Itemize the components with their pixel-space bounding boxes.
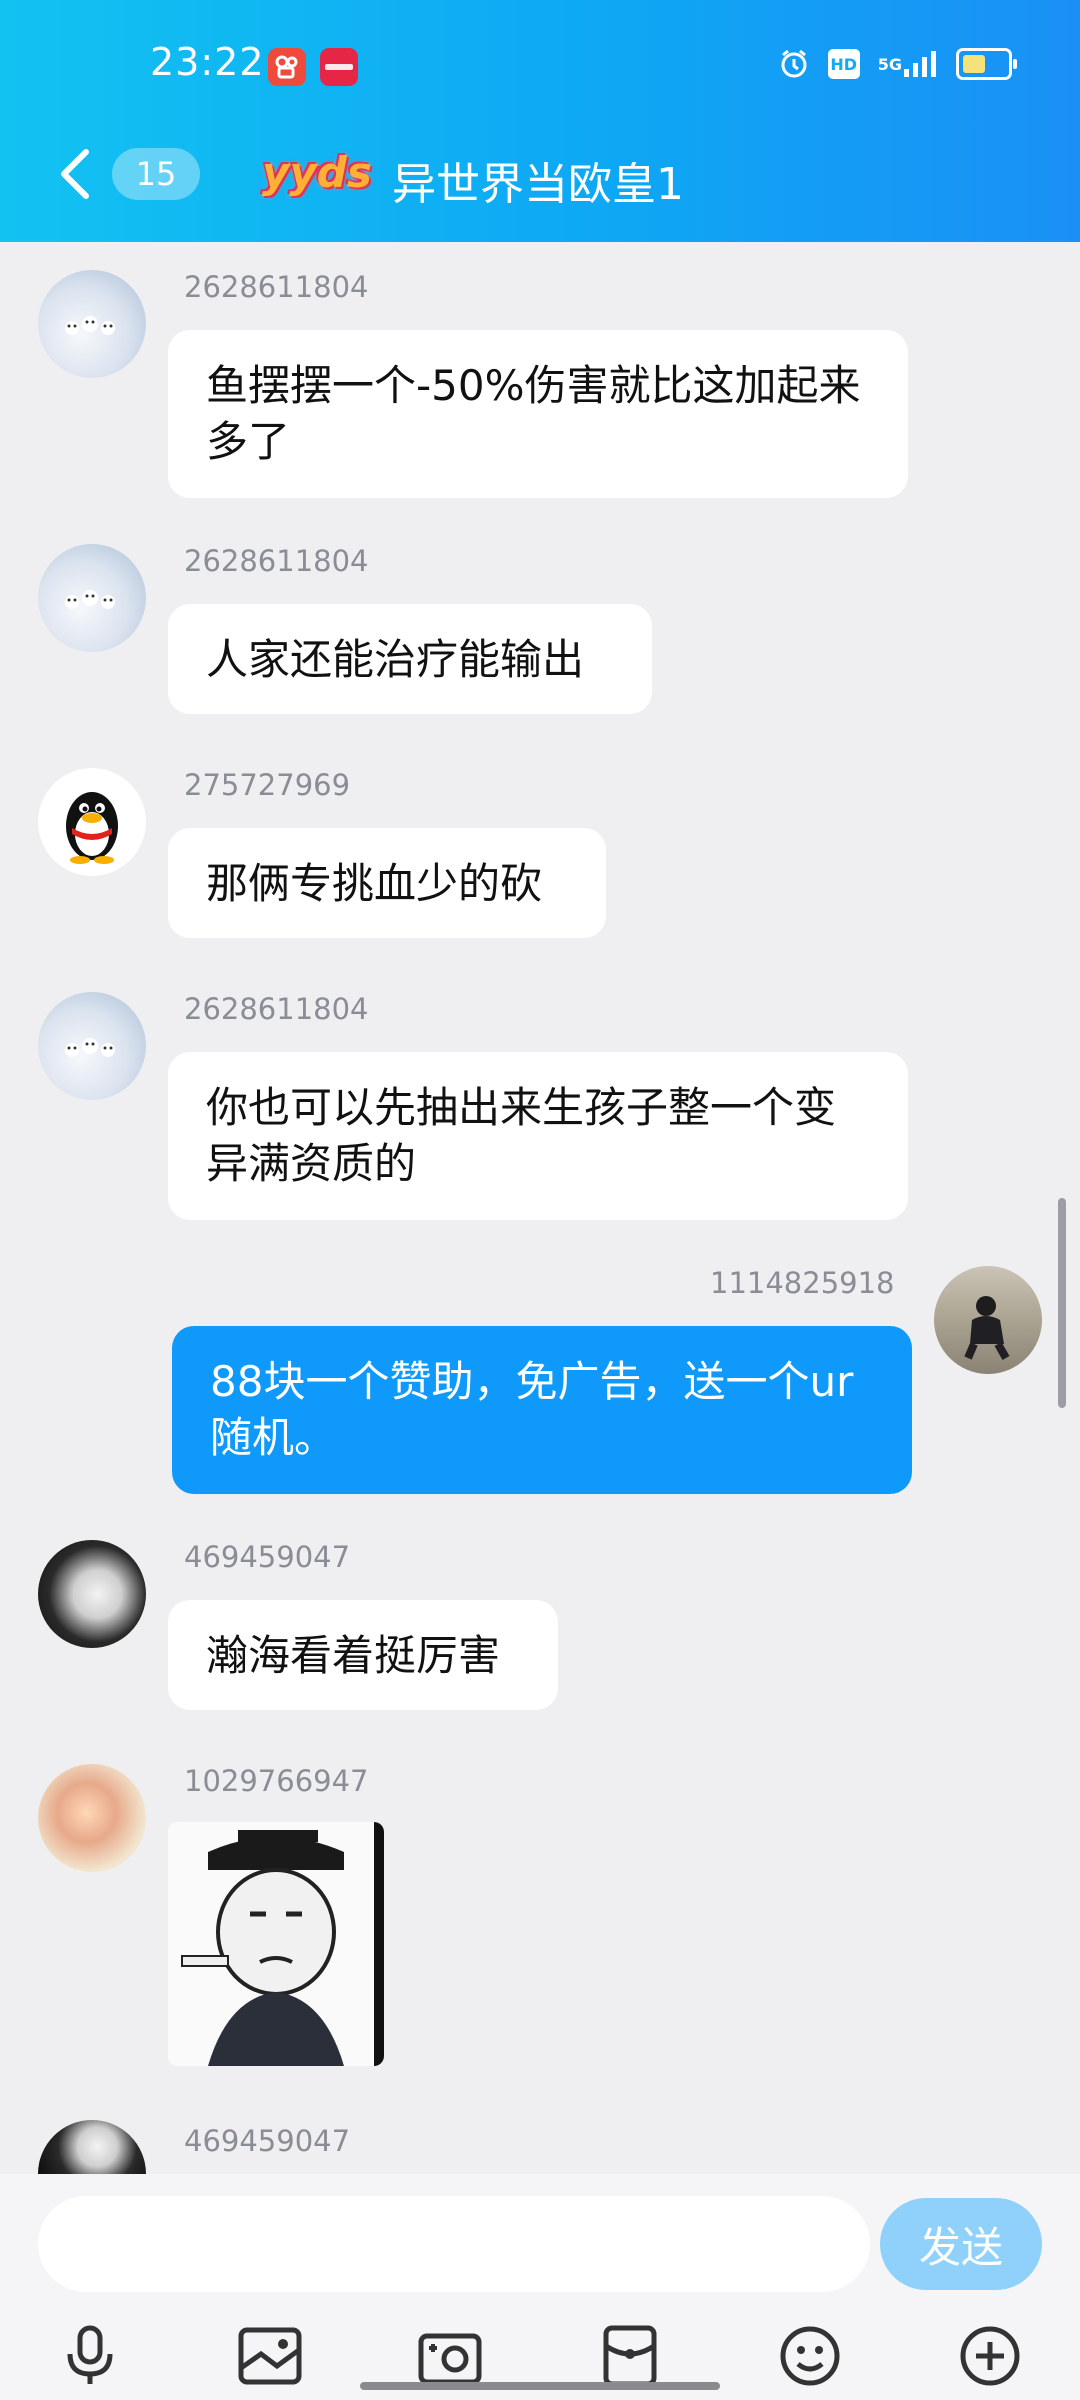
message-bubble[interactable]: 你也可以先抽出来生孩子整一个变异满资质的 xyxy=(168,1052,908,1220)
message-bubble-mine[interactable]: 88块一个赞助，免广告，送一个ur随机。 xyxy=(172,1326,912,1494)
emoji-icon[interactable] xyxy=(774,2320,846,2392)
alarm-icon xyxy=(778,48,810,80)
chat-title[interactable]: 异世界当欧皇1 xyxy=(392,148,684,212)
scrollbar[interactable] xyxy=(1058,1198,1066,1408)
sender-id: 2628611804 xyxy=(184,544,369,578)
send-button[interactable]: 发送 xyxy=(880,2198,1042,2290)
status-time: 23:22 xyxy=(150,40,265,84)
status-indicators: HD 5G xyxy=(778,48,1017,80)
avatar[interactable] xyxy=(38,544,146,652)
message-bubble[interactable]: 人家还能治疗能输出 xyxy=(168,604,652,714)
meme-sticker[interactable] xyxy=(168,1822,384,2066)
image-icon[interactable] xyxy=(234,2320,306,2392)
sender-id: 2628611804 xyxy=(184,270,369,304)
battery-icon xyxy=(956,48,1017,80)
chat-header: 23:22 HD 5G 15 yyds 异世界当欧皇1 xyxy=(0,0,1080,242)
home-indicator[interactable] xyxy=(360,2382,720,2390)
message-input[interactable] xyxy=(38,2196,870,2292)
microphone-icon[interactable] xyxy=(54,2320,126,2392)
sender-id: 1029766947 xyxy=(184,1764,369,1798)
avatar[interactable] xyxy=(38,768,146,876)
avatar[interactable] xyxy=(38,992,146,1100)
chevron-left-icon xyxy=(61,149,89,199)
avatar[interactable] xyxy=(934,1266,1042,1374)
avatar[interactable] xyxy=(38,1540,146,1648)
sender-id: 469459047 xyxy=(184,2124,351,2158)
composer: 发送 xyxy=(0,2174,1080,2400)
message-bubble[interactable]: 瀚海看着挺厉害 xyxy=(168,1600,558,1710)
network-type: 5G xyxy=(877,54,902,74)
sender-id: 469459047 xyxy=(184,1540,351,1574)
plus-icon[interactable] xyxy=(954,2320,1026,2392)
message-bubble[interactable]: 那俩专挑血少的砍 xyxy=(168,828,606,938)
signal-icon: 5G xyxy=(878,49,938,79)
unread-count-badge[interactable]: 15 xyxy=(112,148,200,200)
xiaohongshu-icon xyxy=(320,48,358,86)
chat-screen: 23:22 HD 5G 15 yyds 异世界当欧皇1 2628611804 鱼… xyxy=(0,0,1080,2400)
yyds-logo: yyds xyxy=(262,148,372,197)
avatar[interactable] xyxy=(38,1764,146,1872)
avatar[interactable] xyxy=(38,270,146,378)
hd-icon: HD xyxy=(827,49,860,79)
message-bubble[interactable]: 鱼摆摆一个-50%伤害就比这加起来多了 xyxy=(168,330,908,498)
sender-id: 2628611804 xyxy=(184,992,369,1026)
qq-penguin-icon xyxy=(66,792,118,864)
status-app-badges xyxy=(268,48,358,86)
sender-id: 275727969 xyxy=(184,768,351,802)
kuaishou-icon xyxy=(268,48,306,86)
sender-id: 1114825918 xyxy=(710,1266,895,1300)
back-button[interactable] xyxy=(56,146,96,202)
avatar[interactable] xyxy=(38,2120,146,2174)
